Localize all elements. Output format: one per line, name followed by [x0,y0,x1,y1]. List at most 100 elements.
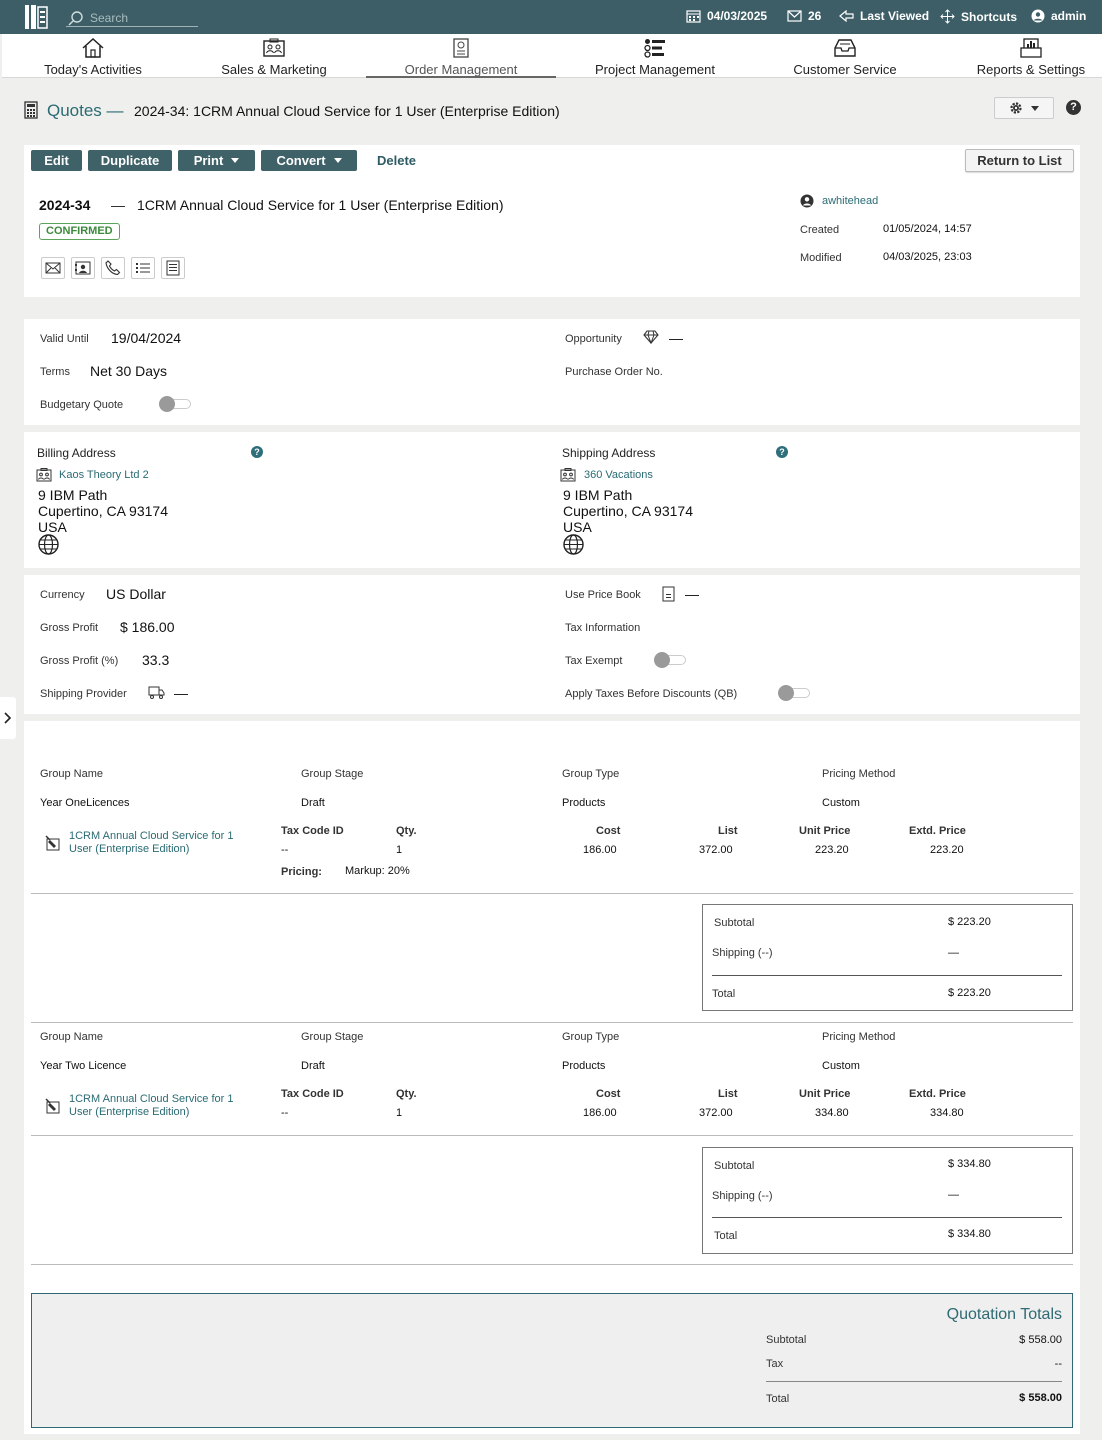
module-sales-marketing[interactable]: Sales & Marketing [204,34,344,78]
list-value: 372.00 [699,844,733,856]
subtotal-label: Subtotal [714,1160,755,1172]
contact-action-button[interactable] [71,257,95,279]
unit-price-value: 334.80 [815,1107,849,1119]
side-panel-toggle[interactable] [0,697,16,739]
module-project-management[interactable]: Project Management [590,34,720,78]
convert-button[interactable]: Convert [261,150,357,171]
shipping-provider-value: — [174,685,188,701]
shortcuts-label: Shortcuts [961,9,1018,24]
current-date: 04/03/2025 [707,9,768,23]
user-name: admin [1051,9,1087,23]
tax-code-value: -- [281,844,289,856]
markup-value: Markup: 20% [345,865,410,877]
divider [712,1217,1062,1218]
list-value: 372.00 [699,1107,733,1119]
shipping-value: — [948,947,959,959]
mail-button[interactable]: 26 [787,9,821,23]
shortcuts-button[interactable]: Shortcuts [940,9,1017,24]
group-stage: Draft [301,797,325,809]
edit-button[interactable]: Edit [31,150,82,171]
price-book-value: — [685,586,699,602]
billing-account-link[interactable]: Kaos Theory Ltd 2 [59,469,149,481]
pricing-method-header: Pricing Method [822,768,896,780]
total-value: $ 223.20 [948,987,991,999]
module-customer-service[interactable]: Customer Service [784,34,906,78]
call-action-button[interactable] [101,257,125,279]
module-todays-activities[interactable]: Today's Activities [22,34,164,78]
delete-button[interactable]: Delete [377,153,416,168]
purchase-order-label: Purchase Order No. [565,366,663,378]
list-icon [136,263,150,273]
move-arrows-icon [940,9,955,24]
globe-icon[interactable] [38,534,59,555]
extd-price-value: 334.80 [930,1107,964,1119]
billing-street: 9 IBM Path [38,487,108,503]
apply-taxes-toggle[interactable] [778,685,810,701]
global-search-input[interactable]: Search [66,7,198,27]
quotation-totals-title: Quotation Totals [946,1306,1062,1323]
email-action-button[interactable] [41,257,65,279]
qty-value: 1 [396,1107,403,1119]
budgetary-quote-toggle[interactable] [159,396,191,412]
product-name-line2: User (Enterprise Edition) [69,1106,190,1118]
tax-exempt-toggle[interactable] [654,652,686,668]
help-icon[interactable]: ? [1066,100,1081,115]
print-label: Print [193,153,224,168]
document-icon [166,260,180,276]
order-icon [453,38,469,58]
onecrm-logo-icon[interactable] [24,4,49,30]
product-name-line1: 1CRM Annual Cloud Service for 1 [69,1093,234,1105]
product-link[interactable]: 1CRM Annual Cloud Service for 1 User (Ent… [69,830,233,856]
print-button[interactable]: Print [178,150,255,171]
qty-header: Qty. [396,825,417,837]
task-action-button[interactable] [131,257,155,279]
group-name-header: Group Name [40,768,103,780]
calendar-date-button[interactable]: 04/03/2025 [686,9,767,23]
duplicate-button[interactable]: Duplicate [88,150,172,171]
settings-menu-button[interactable] [994,97,1054,119]
subtotal-value: $ 223.20 [948,916,991,928]
help-icon[interactable]: ? [776,446,788,458]
group-stage-header: Group Stage [301,1031,364,1043]
module-label: Reports & Settings [976,62,1086,77]
billing-city: Cupertino, CA 93174 [38,503,168,519]
last-viewed-button[interactable]: Last Viewed [839,9,929,23]
currency-label: Currency [40,589,85,601]
return-to-list-button[interactable]: Return to List [965,149,1074,172]
unit-price-header: Unit Price [799,1088,851,1100]
module-label: Order Management [404,62,518,77]
price-book-icon [662,586,675,602]
tax-value: -- [1054,1358,1062,1370]
note-action-button[interactable] [161,257,185,279]
status-badge: CONFIRMED [39,223,120,240]
breadcrumb-quotes-link[interactable]: Quotes — [47,101,124,121]
contact-card-icon [75,261,91,275]
group-name-header: Group Name [40,1031,103,1043]
product-icon [45,835,60,851]
user-menu-button[interactable]: admin [1031,9,1086,23]
cost-value: 186.00 [583,1107,617,1119]
billing-country: USA [38,519,67,535]
phone-icon [105,260,121,276]
financial-card: Currency US Dollar Gross Profit $ 186.00… [24,575,1080,714]
truck-icon [148,686,165,699]
module-reports-settings[interactable]: Reports & Settings [966,34,1096,78]
line-items-card: Group Name Group Stage Group Type Pricin… [24,721,1080,1434]
product-link[interactable]: 1CRM Annual Cloud Service for 1 User (Ent… [69,1093,233,1119]
list-header: List [718,1088,738,1100]
assigned-user-link[interactable]: awhitehead [822,195,878,207]
module-order-management[interactable]: Order Management [366,34,556,78]
help-icon[interactable]: ? [251,446,263,458]
gross-profit-value: $ 186.00 [120,619,175,635]
extd-price-header: Extd. Price [909,825,966,837]
chevron-down-icon [1031,105,1039,111]
page-title: 2024-34: 1CRM Annual Cloud Service for 1… [134,103,560,119]
shipping-account-link[interactable]: 360 Vacations [584,469,653,481]
envelope-icon [45,262,61,274]
calendar-icon [686,10,701,23]
diamond-icon [643,330,659,344]
search-placeholder: Search [90,11,129,25]
globe-icon[interactable] [563,534,584,555]
quotation-totals-panel: Quotation Totals Subtotal $ 558.00 Tax -… [31,1293,1073,1428]
total-label: Total [712,988,736,1000]
